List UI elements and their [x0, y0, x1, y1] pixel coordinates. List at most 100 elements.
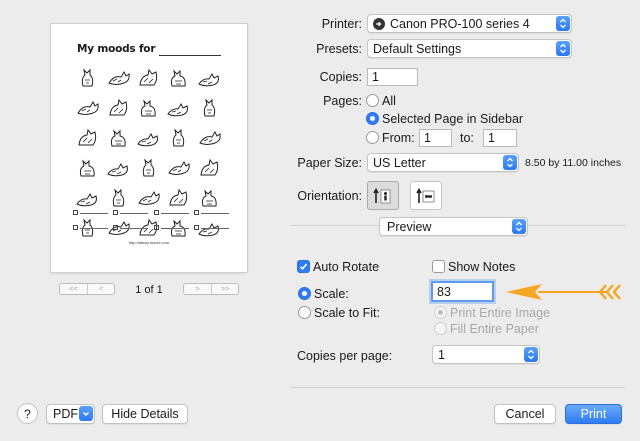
cat-doodle-icon	[140, 99, 156, 117]
preview-url: http://sticky.mochi.com	[128, 240, 170, 245]
printer-value: Canon PRO-100 series 4	[390, 16, 530, 31]
empty-box-icon	[73, 210, 78, 215]
cat-doodle-icon	[200, 158, 218, 176]
scale-label: Scale:	[314, 287, 349, 301]
checkbox-line-row	[73, 210, 229, 215]
empty-box-icon	[153, 225, 159, 230]
checkbox-line-item	[113, 225, 149, 230]
orientation-label: Orientation:	[297, 189, 362, 203]
paper-size-label: Paper Size:	[297, 156, 362, 170]
checkbox-line-item	[153, 225, 189, 230]
portrait-icon	[373, 187, 391, 203]
cat-doodle-icon	[78, 128, 97, 146]
pages-range-radio[interactable]	[366, 131, 379, 144]
empty-box-icon	[113, 210, 119, 215]
checkbox-line-row	[73, 225, 229, 230]
empty-box-icon	[113, 225, 119, 230]
paper-size-popup[interactable]: US Letter	[367, 153, 519, 172]
write-line	[160, 228, 189, 229]
write-line	[160, 213, 189, 214]
annotation-arrow-icon	[506, 284, 621, 300]
chevron-updown-icon	[503, 155, 517, 170]
page-nav-back-group: << <	[59, 283, 115, 295]
auto-rotate-checkbox[interactable]	[297, 260, 310, 273]
cat-doodle-icon	[106, 162, 128, 177]
pages-to-field[interactable]: 1	[483, 129, 517, 147]
empty-box-icon	[193, 210, 199, 215]
cat-doodle-icon	[201, 189, 217, 207]
page-nav-forward-group: > >>	[183, 283, 239, 295]
chevron-updown-icon	[512, 219, 526, 234]
cat-doodle-icon	[112, 188, 124, 207]
pages-selected-radio[interactable]	[366, 112, 379, 125]
print-entire-image-radio[interactable]	[434, 306, 447, 319]
empty-box-icon	[153, 210, 159, 215]
show-notes-label: Show Notes	[448, 260, 516, 274]
cat-doodle-icon	[110, 129, 126, 147]
scale-field[interactable]: 83	[431, 281, 494, 302]
empty-box-icon	[73, 225, 78, 230]
copies-per-page-label: Copies per page:	[297, 349, 393, 363]
pages-all-radio[interactable]	[366, 94, 379, 107]
checkbox-line-item	[193, 225, 229, 230]
write-line	[200, 228, 229, 229]
pdf-menu-button[interactable]: PDF	[46, 404, 95, 424]
cat-doodle-icon	[168, 160, 191, 175]
cat-doodle-icon	[80, 159, 95, 177]
fill-entire-paper-radio[interactable]	[434, 322, 447, 335]
landscape-orientation-button[interactable]	[410, 181, 442, 210]
cat-doodle-icon	[138, 190, 160, 205]
chevron-down-icon	[79, 406, 93, 421]
write-line	[120, 213, 149, 214]
section-popup[interactable]: Preview	[379, 217, 528, 236]
checkbox-line-item	[73, 225, 108, 230]
paper-dimensions: 8.50 by 11.00 inches	[525, 157, 622, 169]
cat-doodle-icon	[77, 100, 99, 115]
cat-doodle-icon	[109, 98, 127, 116]
cat-doodle-icon	[107, 70, 130, 85]
printer-popup[interactable]: Canon PRO-100 series 4	[367, 14, 572, 33]
write-line	[120, 228, 149, 229]
hide-details-button[interactable]: Hide Details	[102, 404, 188, 424]
checkbox-lines	[73, 210, 229, 240]
print-button[interactable]: Print	[565, 404, 622, 424]
last-page-button[interactable]: >>	[211, 284, 238, 294]
scale-to-fit-radio[interactable]	[298, 306, 311, 319]
help-button[interactable]: ?	[17, 403, 38, 424]
first-page-button[interactable]: <<	[60, 284, 87, 294]
copies-per-page-value: 1	[438, 347, 445, 362]
cat-doodle-icon	[199, 130, 221, 145]
checkbox-line-item	[73, 210, 108, 215]
options-bottom-divider	[290, 387, 625, 388]
presets-popup[interactable]: Default Settings	[367, 39, 572, 58]
fill-entire-paper-label: Fill Entire Paper	[450, 322, 539, 336]
portrait-orientation-button[interactable]	[367, 181, 399, 210]
pages-from-field[interactable]: 1	[419, 129, 452, 147]
show-notes-checkbox[interactable]	[432, 260, 445, 273]
pages-all-label: All	[382, 94, 396, 108]
preview-title: My moods for	[77, 43, 156, 55]
cat-doodle-icon	[171, 69, 187, 87]
write-line	[80, 228, 108, 229]
checkbox-line-item	[153, 210, 189, 215]
cancel-button[interactable]: Cancel	[494, 404, 556, 424]
page-count: 1 of 1	[135, 284, 163, 296]
write-line	[200, 213, 229, 214]
section-value: Preview	[387, 219, 432, 234]
paper-size-value: US Letter	[373, 155, 426, 170]
cat-doodle-icon	[137, 132, 158, 147]
checkbox-line-item	[193, 210, 229, 215]
cat-doodle-icon	[82, 68, 94, 87]
copies-per-page-popup[interactable]: 1	[432, 345, 540, 364]
page-preview: My moods for http://sticky.mochi.com	[51, 24, 247, 272]
write-line	[80, 213, 108, 214]
chevron-updown-icon	[556, 16, 570, 31]
cat-doodle-icon	[76, 192, 98, 207]
next-page-button[interactable]: >	[184, 284, 211, 294]
checkmark-icon	[299, 263, 308, 270]
pages-selected-label: Selected Page in Sidebar	[382, 112, 524, 126]
copies-field[interactable]: 1	[367, 68, 418, 86]
previous-page-button[interactable]: <	[87, 284, 114, 294]
scale-radio[interactable]	[298, 287, 311, 300]
pages-to-label: to:	[460, 131, 474, 145]
